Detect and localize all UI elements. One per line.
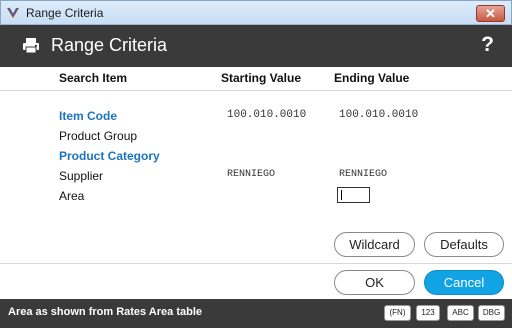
help-icon[interactable]: ? <box>481 33 494 57</box>
ok-button[interactable]: OK <box>334 270 415 295</box>
window-title: Range Criteria <box>26 6 104 20</box>
range-item-code[interactable]: Item Code <box>59 109 117 123</box>
area-end-input[interactable] <box>337 187 370 203</box>
range-supplier: Supplier <box>59 169 104 183</box>
item-code-start-value[interactable]: 100.010.0010 <box>227 109 306 121</box>
column-header-search-item: Search Item <box>59 71 128 85</box>
supplier-end-value[interactable]: RENNIEGO <box>339 169 387 180</box>
column-header-ending-value: Ending Value <box>334 71 410 85</box>
wildcard-button[interactable]: Wildcard <box>334 232 415 257</box>
status-bar: Area as shown from Rates Area table (FN)… <box>0 299 512 328</box>
cancel-button[interactable]: Cancel <box>424 270 504 295</box>
alpha-badge[interactable]: ABC <box>447 305 474 321</box>
numeric-badge[interactable]: 123 <box>416 305 440 321</box>
fn-badge[interactable]: (FN) <box>384 305 411 321</box>
supplier-start-value[interactable]: RENNIEGO <box>227 169 275 180</box>
defaults-button[interactable]: Defaults <box>424 232 504 257</box>
status-text: Area as shown from Rates Area table <box>8 306 202 318</box>
app-logo-icon <box>7 7 19 18</box>
dialog-title: Range Criteria <box>51 35 168 55</box>
range-area: Area <box>59 189 85 203</box>
buttons-divider <box>0 263 512 264</box>
close-button[interactable]: ✕ <box>476 5 505 22</box>
item-code-end-value[interactable]: 100.010.0010 <box>339 109 418 121</box>
dialog-header: Range Criteria ? <box>0 25 512 67</box>
debug-badge[interactable]: DBG <box>478 305 505 321</box>
range-product-category[interactable]: Product Category <box>59 149 160 163</box>
printer-icon <box>23 38 39 54</box>
header-divider <box>0 90 512 91</box>
range-product-group: Product Group <box>59 129 138 143</box>
column-header-starting-value: Starting Value <box>221 71 302 85</box>
window-titlebar: Range Criteria ✕ <box>0 0 512 25</box>
